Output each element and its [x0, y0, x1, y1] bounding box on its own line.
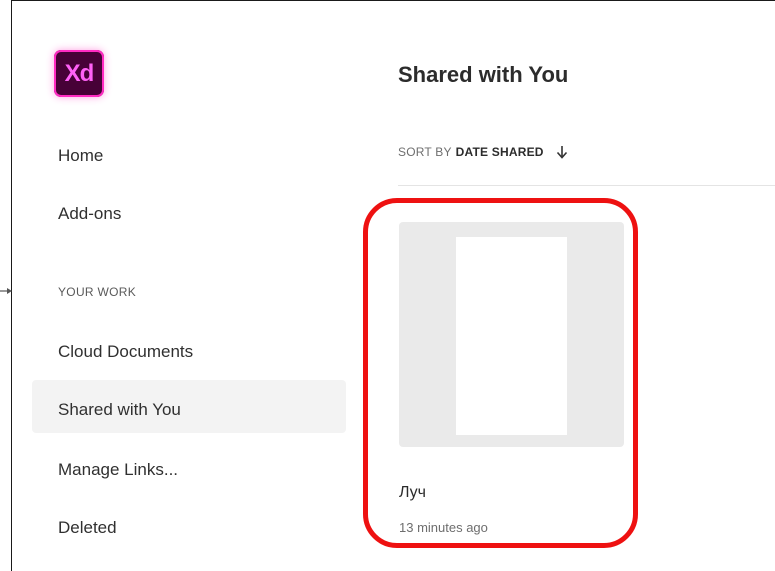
sidebar-item-add-ons[interactable]: Add-ons [58, 204, 121, 224]
sort-value[interactable]: DATE SHARED [456, 145, 544, 159]
document-name[interactable]: Луч [399, 484, 426, 502]
sort-prefix: SORT BY [398, 145, 452, 159]
sidebar-item-deleted[interactable]: Deleted [58, 518, 117, 538]
page-title: Shared with You [398, 62, 569, 87]
document-timestamp: 13 minutes ago [399, 520, 488, 535]
artboard-preview [456, 237, 567, 435]
sort-control[interactable]: SORT BY DATE SHARED [398, 145, 568, 159]
sidebar-item-manage-links[interactable]: Manage Links... [58, 460, 178, 480]
section-label-your-work: YOUR WORK [58, 285, 137, 299]
sidebar-item-cloud-documents[interactable]: Cloud Documents [58, 342, 193, 362]
divider [398, 185, 775, 186]
arrow-right-icon [0, 288, 12, 294]
sidebar-item-home[interactable]: Home [58, 146, 103, 166]
xd-logo[interactable]: Xd [54, 50, 104, 97]
arrow-down-icon[interactable] [556, 145, 568, 159]
sidebar-item-shared-with-you[interactable]: Shared with You [58, 400, 181, 420]
